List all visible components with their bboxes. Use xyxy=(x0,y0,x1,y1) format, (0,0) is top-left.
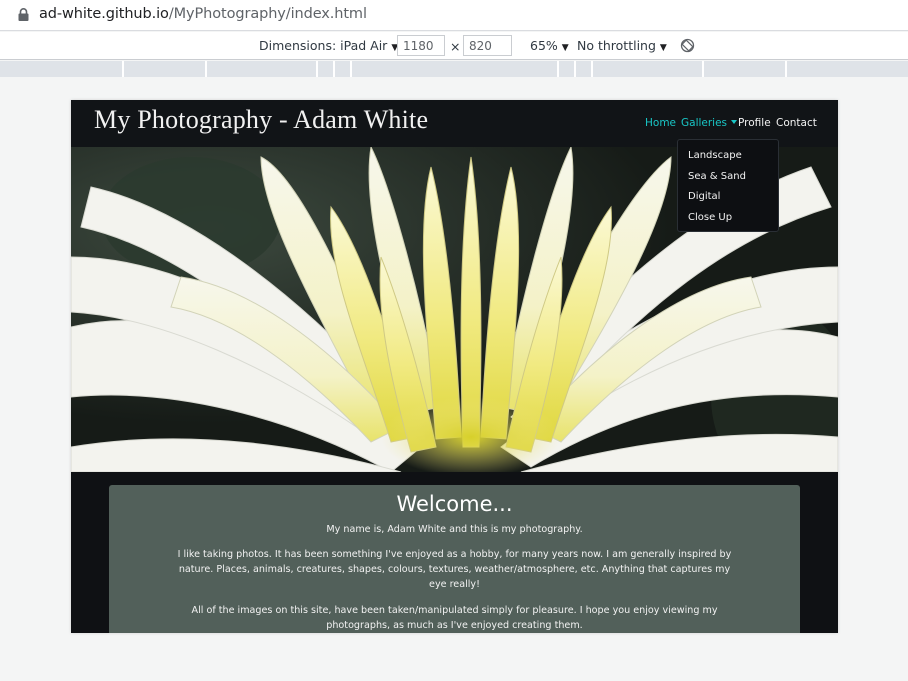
dimensions-label: Dimensions: iPad Air xyxy=(259,38,388,53)
height-input[interactable] xyxy=(463,35,512,56)
url-host: ad-white.github.io xyxy=(39,6,169,22)
ruler-tick xyxy=(316,61,318,77)
dropdown-item-landscape[interactable]: Landscape xyxy=(678,148,778,169)
welcome-paragraph-hobby: I like taking photos. It has been someth… xyxy=(177,549,732,590)
throttling-caret-icon: ▼ xyxy=(659,43,667,53)
nav-galleries-label: Galleries xyxy=(681,117,728,129)
lock-icon xyxy=(18,8,29,21)
times-sign: × xyxy=(450,39,461,54)
ruler-tick xyxy=(333,61,335,77)
welcome-paragraph-purpose: All of the images on this site, have bee… xyxy=(191,605,718,631)
zoom-label: 65% xyxy=(530,38,558,53)
device-viewport: My Photography - Adam White Home Galleri… xyxy=(71,100,838,633)
ruler-tick xyxy=(350,61,352,77)
galleries-dropdown-menu: Landscape Sea & Sand Digital Close Up xyxy=(677,139,779,232)
welcome-title: Welcome... xyxy=(396,492,513,516)
ruler-tick xyxy=(122,61,124,77)
zoom-select[interactable]: 65% ▼ xyxy=(530,38,569,53)
ruler-tick xyxy=(557,61,559,77)
nav-galleries-toggle[interactable]: Galleries xyxy=(681,117,738,129)
ruler-tick xyxy=(574,61,576,77)
nav-profile-link[interactable]: Profile xyxy=(738,117,771,129)
welcome-paragraph-intro: My name is, Adam White and this is my ph… xyxy=(326,524,583,535)
url-path: /MyPhotography/index.html xyxy=(168,6,367,22)
dropdown-item-sea-sand[interactable]: Sea & Sand xyxy=(678,169,778,190)
welcome-card: Welcome... My name is, Adam White and th… xyxy=(109,485,800,633)
ruler-tick xyxy=(591,61,593,77)
site-brand[interactable]: My Photography - Adam White xyxy=(94,105,428,135)
nav-home-link[interactable]: Home xyxy=(645,117,676,129)
ruler-tick xyxy=(702,61,704,77)
dropdown-item-close-up[interactable]: Close Up xyxy=(678,210,778,231)
address-bar[interactable]: ad-white.github.io/MyPhotography/index.h… xyxy=(0,0,908,31)
caret-down-icon xyxy=(731,120,738,124)
url-text[interactable]: ad-white.github.io/MyPhotography/index.h… xyxy=(39,6,367,22)
device-toolbar: Dimensions: iPad Air▼ × 65%▼ No throttli… xyxy=(0,32,908,60)
rotate-icon[interactable] xyxy=(680,38,695,53)
dimensions-select[interactable]: Dimensions: iPad Air ▼ xyxy=(259,38,398,53)
nav-contact-link[interactable]: Contact xyxy=(776,117,817,129)
throttling-select[interactable]: No throttling ▼ xyxy=(577,38,667,53)
zoom-caret-icon: ▼ xyxy=(561,43,569,53)
throttling-label: No throttling xyxy=(577,38,656,53)
ruler-tick xyxy=(205,61,207,77)
media-query-ruler[interactable] xyxy=(0,61,908,77)
dropdown-item-digital[interactable]: Digital xyxy=(678,189,778,210)
width-input[interactable] xyxy=(397,35,445,56)
ruler-tick xyxy=(785,61,787,77)
